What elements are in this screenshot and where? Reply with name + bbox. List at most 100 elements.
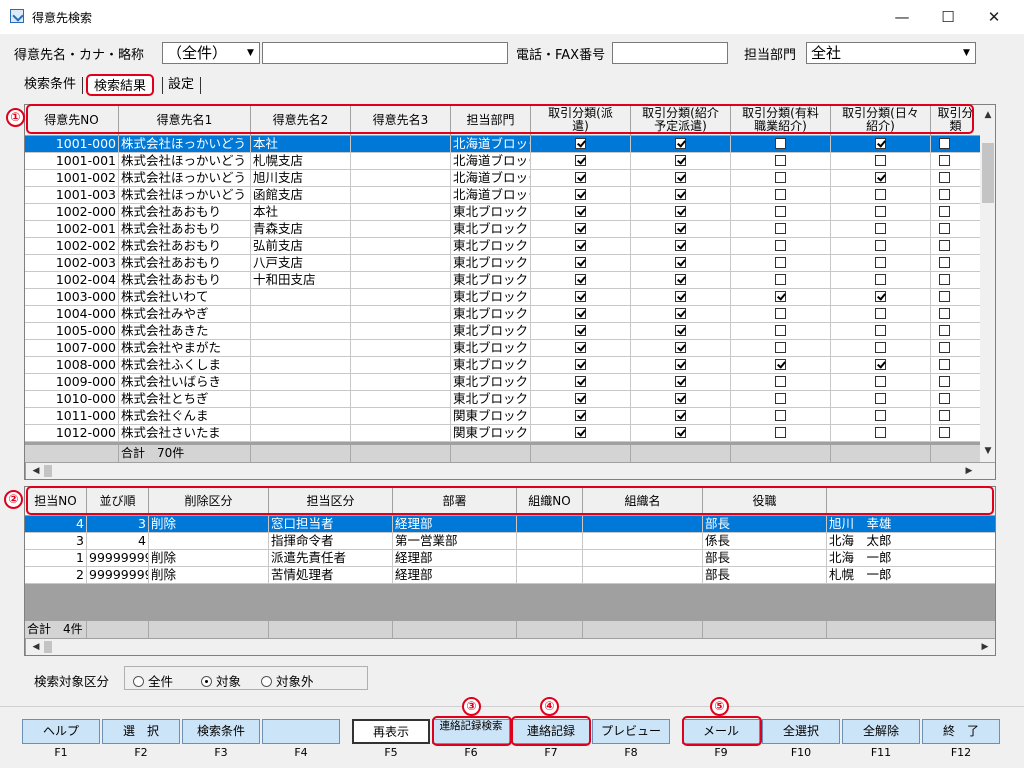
checkbox-checked[interactable] [875, 172, 886, 183]
checkbox-unchecked[interactable] [875, 155, 886, 166]
checkbox-checked[interactable] [675, 274, 686, 285]
fkey-f2-button[interactable]: 選 択 [102, 719, 180, 744]
checkbox-unchecked[interactable] [875, 274, 886, 285]
scroll-right-icon[interactable]: ▶ [961, 463, 977, 479]
radio-non-target[interactable]: 対象外 [261, 671, 314, 690]
checkbox-unchecked[interactable] [775, 257, 786, 268]
scroll-thumb[interactable] [982, 143, 994, 203]
checkbox-checked[interactable] [775, 359, 786, 370]
customer-grid[interactable]: 得意先NO 得意先名1 得意先名2 得意先名3 担当部門 取引分類(派 遣) 取引分類(紹介… [24, 104, 996, 480]
checkbox-unchecked[interactable] [775, 308, 786, 319]
checkbox-unchecked[interactable] [775, 410, 786, 421]
radio-icon[interactable] [133, 676, 144, 687]
scroll-thumb[interactable] [44, 465, 52, 477]
checkbox-checked[interactable] [575, 291, 586, 302]
customer-grid-hscrollbar[interactable]: ◀ ▶ [25, 462, 995, 479]
table-row[interactable]: 1002-000 株式会社あおもり 本社 東北ブロック [25, 204, 981, 221]
table-row[interactable]: 3 4 指揮命令者 第一営業部 係長 北海 太郎 [25, 533, 995, 550]
tab-search-results[interactable]: 検索結果 [86, 74, 155, 96]
checkbox-unchecked[interactable] [875, 189, 886, 200]
table-row[interactable]: 1007-000 株式会社やまがた 東北ブロック [25, 340, 981, 357]
checkbox-unchecked[interactable] [875, 393, 886, 404]
tab-settings[interactable]: 設定 [162, 74, 200, 96]
checkbox-unchecked[interactable] [775, 206, 786, 217]
checkbox-unchecked[interactable] [875, 427, 886, 438]
checkbox-checked[interactable] [575, 308, 586, 319]
checkbox-checked[interactable] [675, 223, 686, 234]
checkbox-partial[interactable] [939, 325, 950, 336]
checkbox-partial[interactable] [939, 274, 950, 285]
checkbox-checked[interactable] [575, 240, 586, 251]
checkbox-partial[interactable] [939, 359, 950, 370]
checkbox-unchecked[interactable] [875, 342, 886, 353]
checkbox-unchecked[interactable] [875, 257, 886, 268]
table-row[interactable]: 1010-000 株式会社とちぎ 東北ブロック [25, 391, 981, 408]
table-row[interactable]: 1008-000 株式会社ふくしま 東北ブロック [25, 357, 981, 374]
chevron-down-icon[interactable]: ▼ [243, 44, 258, 62]
fkey-f3-button[interactable]: 検索条件 [182, 719, 260, 744]
maximize-button[interactable]: ☐ [926, 4, 970, 30]
checkbox-partial[interactable] [939, 342, 950, 353]
checkbox-unchecked[interactable] [775, 342, 786, 353]
table-row[interactable]: 1001-000株式会社ほっかいどう本社 北海道ブロック [25, 136, 981, 153]
checkbox-partial[interactable] [939, 240, 950, 251]
fkey-f1-button[interactable]: ヘルプ [22, 719, 100, 744]
checkbox-checked[interactable] [675, 342, 686, 353]
checkbox-checked[interactable] [575, 393, 586, 404]
close-button[interactable]: ✕ [972, 4, 1016, 30]
checkbox-unchecked[interactable] [775, 172, 786, 183]
checkbox-checked[interactable] [575, 410, 586, 421]
checkbox-checked[interactable] [575, 155, 586, 166]
fkey-f5-button[interactable]: 再表示 [352, 719, 430, 744]
checkbox-checked[interactable] [675, 308, 686, 319]
checkbox-partial[interactable] [939, 427, 950, 438]
checkbox-checked[interactable] [875, 291, 886, 302]
checkbox-checked[interactable] [575, 189, 586, 200]
checkbox-unchecked[interactable] [875, 325, 886, 336]
table-row[interactable]: 4 3 削除 窓口担当者 経理部 部長 旭川 幸雄 [25, 516, 995, 533]
checkbox-checked[interactable] [575, 172, 586, 183]
checkbox-checked[interactable] [575, 138, 586, 149]
checkbox-checked[interactable] [575, 342, 586, 353]
checkbox-checked[interactable] [875, 359, 886, 370]
contact-grid-hscrollbar[interactable]: ◀ ▶ [25, 638, 995, 655]
fkey-f11-button[interactable]: 全解除 [842, 719, 920, 744]
table-row[interactable]: 1012-000 株式会社さいたま 関東ブロック [25, 425, 981, 442]
table-row[interactable]: 1001-001株式会社ほっかいどう札幌支店 北海道ブロック [25, 153, 981, 170]
checkbox-unchecked[interactable] [875, 376, 886, 387]
table-row[interactable]: 1002-001 株式会社あおもり 青森支店 東北ブロック [25, 221, 981, 238]
checkbox-unchecked[interactable] [775, 138, 786, 149]
scroll-left-icon[interactable]: ◀ [28, 639, 44, 655]
checkbox-checked[interactable] [775, 291, 786, 302]
scroll-thumb[interactable] [44, 641, 52, 653]
checkbox-unchecked[interactable] [775, 393, 786, 404]
checkbox-unchecked[interactable] [775, 274, 786, 285]
checkbox-partial[interactable] [939, 189, 950, 200]
checkbox-checked[interactable] [575, 359, 586, 370]
table-row[interactable]: 1005-000 株式会社あきた 東北ブロック [25, 323, 981, 340]
checkbox-partial[interactable] [939, 138, 950, 149]
checkbox-checked[interactable] [575, 274, 586, 285]
table-row[interactable]: 1002-003 株式会社あおもり 八戸支店 東北ブロック [25, 255, 981, 272]
checkbox-checked[interactable] [675, 291, 686, 302]
dept-combo[interactable]: 全社 ▼ [806, 42, 976, 64]
checkbox-checked[interactable] [575, 427, 586, 438]
checkbox-partial[interactable] [939, 155, 950, 166]
fkey-f8-button[interactable]: プレビュー [592, 719, 670, 744]
checkbox-checked[interactable] [675, 240, 686, 251]
tab-search-conditions[interactable]: 検索条件 [18, 74, 82, 96]
checkbox-partial[interactable] [939, 291, 950, 302]
name-search-combo[interactable]: （全件） ▼ [162, 42, 260, 64]
checkbox-checked[interactable] [675, 189, 686, 200]
checkbox-unchecked[interactable] [875, 240, 886, 251]
checkbox-unchecked[interactable] [775, 376, 786, 387]
customer-grid-vscrollbar[interactable]: ▲ ▼ [980, 105, 995, 462]
table-row[interactable]: 1 99999999 削除 派遣先責任者 経理部 部長 北海 一郎 [25, 550, 995, 567]
checkbox-checked[interactable] [675, 155, 686, 166]
checkbox-checked[interactable] [675, 257, 686, 268]
checkbox-partial[interactable] [939, 172, 950, 183]
chevron-down-icon[interactable]: ▼ [959, 44, 974, 62]
checkbox-unchecked[interactable] [775, 189, 786, 200]
checkbox-unchecked[interactable] [875, 410, 886, 421]
checkbox-partial[interactable] [939, 410, 950, 421]
